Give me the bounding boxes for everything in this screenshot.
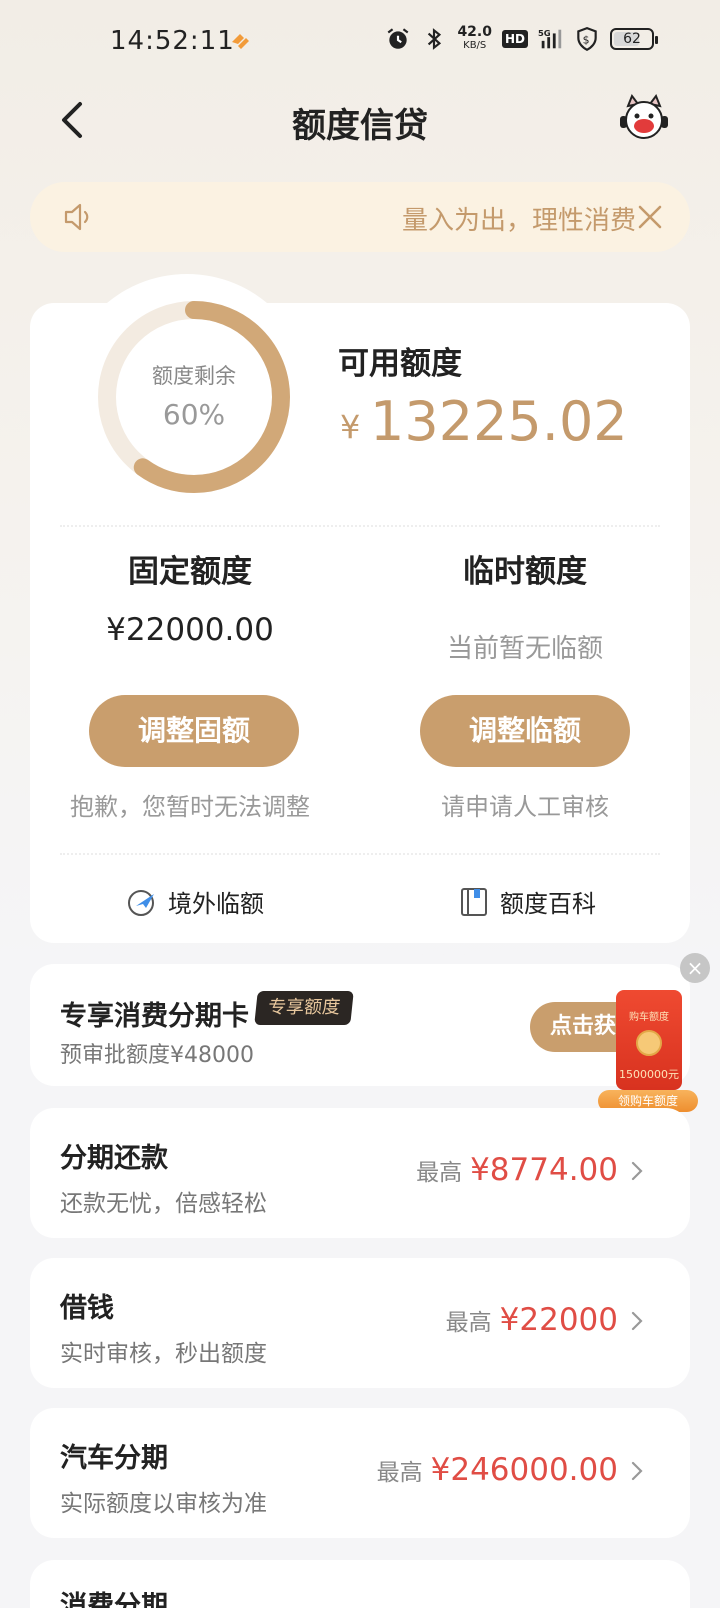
available-currency: ¥: [340, 408, 361, 446]
ring-label: 额度剩余: [152, 364, 236, 388]
bluetooth-icon: [428, 28, 442, 50]
status-time: 14:52:11: [110, 26, 235, 56]
fixed-quota-note: 抱歉，您暂时无法调整: [70, 793, 310, 821]
quota-wiki-label: 额度百科: [500, 890, 596, 918]
available-label: 可用额度: [338, 346, 462, 382]
chevron-right-icon: [631, 1311, 643, 1331]
svg-text:5G: 5G: [538, 28, 551, 38]
product-max-prefix: 最高: [416, 1160, 463, 1186]
divider: [60, 853, 660, 855]
coin-icon: [636, 1030, 662, 1056]
close-icon[interactable]: [632, 199, 668, 235]
chevron-right-icon: [631, 1461, 643, 1481]
product-subtitle: 还款无忧，倍感轻松: [60, 1191, 267, 1217]
svg-text:$: $: [583, 33, 590, 46]
product-max-amount: ¥8774.00: [470, 1152, 618, 1188]
product-max: 最高 ¥246000.00: [377, 1452, 618, 1488]
overseas-quota-label: 境外临额: [168, 890, 264, 918]
exclusive-badge: 专享额度: [254, 991, 354, 1025]
product-max-prefix: 最高: [376, 1460, 423, 1486]
status-icons: 42.0 KB/S HD 5G $ 62: [385, 24, 658, 52]
promo-top-text: 购车额度: [629, 1012, 669, 1023]
overseas-quota-link[interactable]: 境外临额: [126, 884, 264, 919]
fixed-quota-title: 固定额度: [128, 554, 252, 590]
customer-service-mascot-icon[interactable]: [616, 92, 672, 148]
product-row-car-installment[interactable]: 汽车分期 实际额度以审核为准 最高 ¥246000.00: [30, 1408, 690, 1538]
temp-quota-note: 请申请人工审核: [441, 793, 609, 821]
app-notification-icon: [232, 34, 249, 49]
car-quota-promo[interactable]: 购车额度 1500000元 领购车额度: [598, 990, 698, 1120]
temp-quota-value: 当前暂无临额: [446, 634, 603, 664]
shield-icon: $: [577, 27, 597, 52]
product-row-consumer-installment[interactable]: 消费分期: [30, 1560, 690, 1608]
header: 额度信贷: [0, 84, 720, 156]
product-max: 最高 ¥8774.00: [416, 1152, 618, 1188]
hd-badge: HD: [501, 30, 528, 48]
fixed-quota-value: ¥22000.00: [106, 612, 274, 648]
book-icon: [461, 887, 487, 916]
product-title: 消费分期: [60, 1591, 168, 1608]
signal-icon: 5G: [538, 28, 562, 49]
ring-value: 60%: [162, 398, 226, 431]
product-max-amount: ¥246000.00: [430, 1452, 618, 1488]
product-title: 分期还款: [60, 1143, 168, 1174]
promo-amount: 1500000元: [619, 1068, 679, 1081]
remaining-quota-ring: [98, 301, 290, 493]
product-subtitle: 实时审核，秒出额度: [60, 1341, 267, 1367]
status-bar: 14:52:11 42.0 KB/S HD 5G $ 62: [0, 0, 720, 84]
exclusive-subtitle: 预审批额度¥48000: [60, 1043, 254, 1068]
divider: [60, 525, 660, 527]
product-row-installment-repay[interactable]: 分期还款 还款无忧，倍感轻松 最高 ¥8774.00: [30, 1108, 690, 1238]
adjust-temp-button[interactable]: 调整临额: [420, 695, 630, 767]
battery-icon: 62: [610, 28, 658, 50]
page-title: 额度信贷: [292, 106, 428, 146]
available-amount: 13225.02: [370, 390, 628, 453]
speaker-icon: [64, 203, 89, 231]
product-max: 最高 ¥22000: [446, 1302, 618, 1338]
product-max-prefix: 最高: [445, 1310, 492, 1336]
product-max-amount: ¥22000: [499, 1302, 618, 1338]
alarm-icon: [388, 28, 409, 49]
product-title: 借钱: [60, 1293, 114, 1324]
plane-globe-icon: [128, 889, 154, 916]
notice-text: 量入为出，理性消费: [402, 206, 637, 236]
product-row-borrow[interactable]: 借钱 实时审核，秒出额度 最高 ¥22000: [30, 1258, 690, 1388]
product-title: 汽车分期: [60, 1443, 168, 1474]
quota-wiki-link[interactable]: 额度百科: [458, 884, 596, 919]
exclusive-title: 专享消费分期卡: [60, 1001, 249, 1032]
product-subtitle: 实际额度以审核为准: [60, 1491, 267, 1517]
chevron-right-icon: [631, 1161, 643, 1181]
promo-close-button[interactable]: ×: [680, 953, 710, 983]
temp-quota-title: 临时额度: [463, 554, 587, 590]
net-speed: 42.0 KB/S: [457, 24, 492, 51]
notice-bar: 量入为出，理性消费: [30, 182, 690, 252]
adjust-fixed-button[interactable]: 调整固额: [89, 695, 299, 767]
